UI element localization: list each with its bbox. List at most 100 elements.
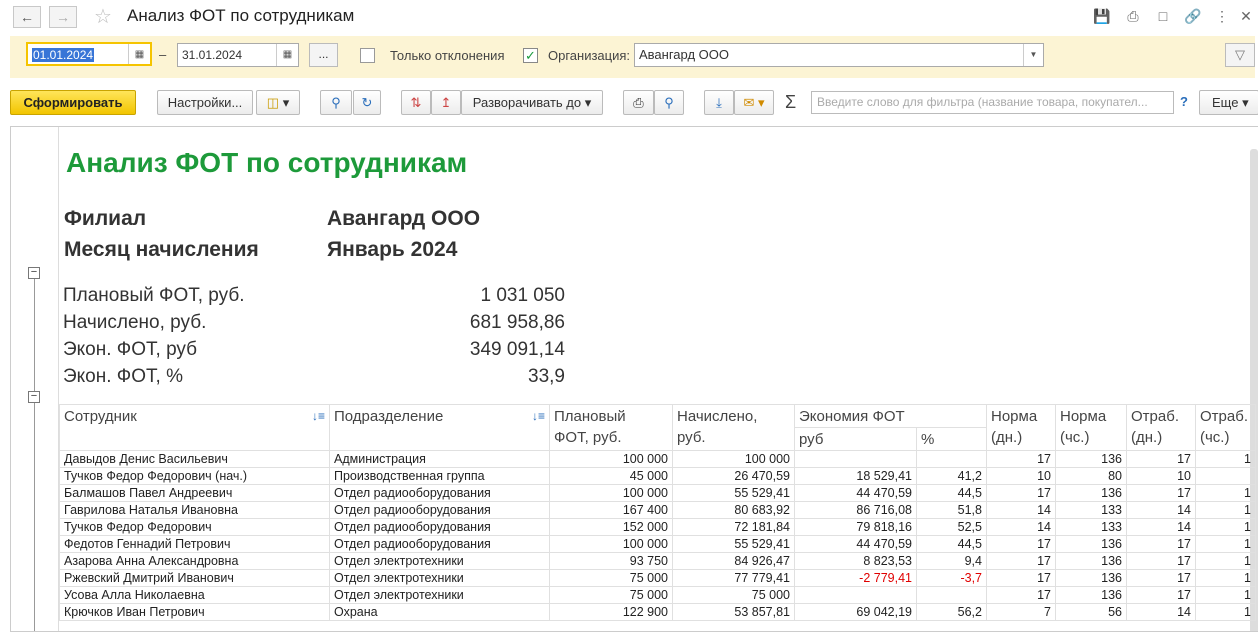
save-icon[interactable]: 💾 xyxy=(1092,6,1112,26)
cell-plan: 100 000 xyxy=(549,535,673,553)
sort-icon[interactable]: ↓≡ xyxy=(312,406,325,427)
table-row[interactable]: Балмашов Павел Андреевич Отдел радиообору… xyxy=(59,484,1256,502)
date-from-input[interactable]: 01.01.2024 ▦ xyxy=(26,42,152,66)
table-row[interactable]: Ржевский Дмитрий Иванович Отдел электроте… xyxy=(59,569,1256,587)
table-row[interactable]: Гаврилова Наталья Ивановна Отдел радиообо… xyxy=(59,501,1256,519)
help-button[interactable]: ? xyxy=(1180,94,1188,109)
report-title: Анализ ФОТ по сотрудникам xyxy=(66,147,468,178)
cell-accrued: 26 470,59 xyxy=(672,467,795,485)
cell-savings-rub: 44 470,59 xyxy=(794,484,917,502)
expand-all-icon[interactable]: ⇅ xyxy=(401,90,431,115)
cell-savings-pct: 44,5 xyxy=(916,484,987,502)
sum-icon[interactable]: Σ xyxy=(785,92,796,113)
expand-to-dropdown[interactable]: Разворачивать до ▾ xyxy=(461,90,603,115)
table-row[interactable]: Тучков Федор Федорович Отдел радиооборудо… xyxy=(59,518,1256,536)
cell-employee: Балмашов Павел Андреевич xyxy=(59,484,330,502)
only-deviations-checkbox[interactable] xyxy=(360,48,375,63)
department-header-label: Подразделение xyxy=(334,408,444,425)
search-next-icon[interactable]: ↻ xyxy=(353,90,381,115)
column-header-department[interactable]: Подразделение ↓≡ xyxy=(329,404,550,451)
cell-norm-hours: 133 xyxy=(1055,518,1127,536)
norm-days-line2: (дн.) xyxy=(991,429,1023,446)
norm-hours-line1: Норма xyxy=(1060,408,1107,425)
cell-norm-hours: 136 xyxy=(1055,535,1127,553)
cell-accrued: 80 683,92 xyxy=(672,501,795,519)
worked-days-line1: Отраб. xyxy=(1131,408,1179,425)
download-icon[interactable]: ⤓ xyxy=(704,90,734,115)
cell-savings-rub: 69 042,19 xyxy=(794,603,917,621)
expand-to-label: Разворачивать до xyxy=(472,95,582,110)
print-preview-icon[interactable]: ⚲ xyxy=(654,90,684,115)
cell-plan: 122 900 xyxy=(549,603,673,621)
cell-savings-pct: -3,7 xyxy=(916,569,987,587)
favorite-star-icon[interactable]: ☆ xyxy=(94,4,112,29)
calendar-icon[interactable]: ▦ xyxy=(276,44,298,66)
filter-icon[interactable]: ▽ xyxy=(1225,43,1255,67)
email-dropdown-button[interactable]: ✉ ▾ xyxy=(734,90,774,115)
forward-arrow-icon[interactable]: → xyxy=(49,6,77,28)
envelope-icon: ✉ xyxy=(743,95,755,110)
collapse-all-icon[interactable]: ↥ xyxy=(431,90,461,115)
sort-icon[interactable]: ↓≡ xyxy=(532,406,545,427)
collapse-group-icon[interactable]: − xyxy=(28,267,40,279)
report-document: − − Анализ ФОТ по сотрудникам Филиал Ава… xyxy=(10,126,1258,632)
column-header-savings: Экономия ФОТ xyxy=(794,404,987,428)
cell-worked-hours: 1 xyxy=(1195,484,1256,502)
organization-field[interactable]: Авангард ООО ▼ xyxy=(634,43,1044,67)
norm-days-line1: Норма xyxy=(991,408,1038,425)
table-row[interactable]: Давыдов Денис Васильевич Администрация 100… xyxy=(59,450,1256,468)
column-header-accrued: Начислено, руб. xyxy=(672,404,795,451)
chevron-down-icon[interactable]: ▼ xyxy=(1023,44,1043,66)
cell-employee: Тучков Федор Федорович (нач.) xyxy=(59,467,330,485)
more-dropdown[interactable]: Еще ▾ xyxy=(1199,90,1258,115)
calendar-icon[interactable]: ▦ xyxy=(128,44,150,64)
generate-button[interactable]: Сформировать xyxy=(10,90,136,115)
date-to-input[interactable]: 31.01.2024 ▦ xyxy=(177,43,299,67)
cell-savings-rub xyxy=(794,450,917,468)
back-arrow-icon[interactable]: ← xyxy=(13,6,41,28)
cell-savings-rub: 86 716,08 xyxy=(794,501,917,519)
cell-savings-pct: 9,4 xyxy=(916,552,987,570)
employees-table: Сотрудник ↓≡ Подразделение ↓≡ Плановый ФО… xyxy=(59,404,1256,621)
table-row[interactable]: Крючков Иван Петрович Охрана 122 900 53 857… xyxy=(59,603,1256,621)
print-icon[interactable]: ⎙ xyxy=(1123,6,1143,26)
filter-search-input[interactable]: Введите слово для фильтра (название това… xyxy=(811,91,1174,114)
organization-checkbox[interactable]: ✓ xyxy=(523,48,538,63)
cell-plan: 45 000 xyxy=(549,467,673,485)
table-row[interactable]: Федотов Геннадий Петрович Отдел радиообор… xyxy=(59,535,1256,553)
column-header-worked-hours: Отраб. (чс.) xyxy=(1195,404,1256,451)
select-period-button[interactable]: ... xyxy=(309,43,338,67)
close-icon[interactable]: ✕ xyxy=(1236,6,1256,26)
collapse-group-icon[interactable]: − xyxy=(28,391,40,403)
summary-label: Экон. ФОТ, % xyxy=(63,366,183,387)
table-row[interactable]: Азарова Анна Александровна Отдел электрот… xyxy=(59,552,1256,570)
cell-plan: 75 000 xyxy=(549,569,673,587)
cell-department: Производственная группа xyxy=(329,467,550,485)
preview-icon[interactable]: □ xyxy=(1153,6,1173,26)
cell-department: Администрация xyxy=(329,450,550,468)
print-icon[interactable]: ⎙ xyxy=(623,90,654,115)
month-label: Месяц начисления xyxy=(64,238,259,261)
table-row[interactable]: Тучков Федор Федорович (нач.) Производств… xyxy=(59,467,1256,485)
cell-norm-days: 14 xyxy=(986,501,1056,519)
table-row[interactable]: Усова Алла Николаевна Отдел электротехник… xyxy=(59,586,1256,604)
cell-employee: Азарова Анна Александровна xyxy=(59,552,330,570)
cell-accrued: 75 000 xyxy=(672,586,795,604)
column-header-employee[interactable]: Сотрудник ↓≡ xyxy=(59,404,330,451)
cell-worked-days: 14 xyxy=(1126,518,1196,536)
cell-savings-pct: 56,2 xyxy=(916,603,987,621)
variants-dropdown-button[interactable]: ◫ ▾ xyxy=(256,90,300,115)
summary-value: 349 091,14 xyxy=(469,339,565,360)
plan-header-line1: Плановый xyxy=(554,408,626,425)
more-vertical-icon[interactable]: ⋮ xyxy=(1212,6,1232,26)
search-icon[interactable]: ⚲ xyxy=(320,90,352,115)
link-icon[interactable]: 🔗 xyxy=(1183,6,1203,26)
cell-accrued: 55 529,41 xyxy=(672,484,795,502)
cell-accrued: 100 000 xyxy=(672,450,795,468)
cell-plan: 100 000 xyxy=(549,450,673,468)
cell-accrued: 84 926,47 xyxy=(672,552,795,570)
settings-button[interactable]: Настройки... xyxy=(157,90,253,115)
cell-department: Отдел радиооборудования xyxy=(329,535,550,553)
cell-worked-hours: 1 xyxy=(1195,603,1256,621)
cell-employee: Гаврилова Наталья Ивановна xyxy=(59,501,330,519)
